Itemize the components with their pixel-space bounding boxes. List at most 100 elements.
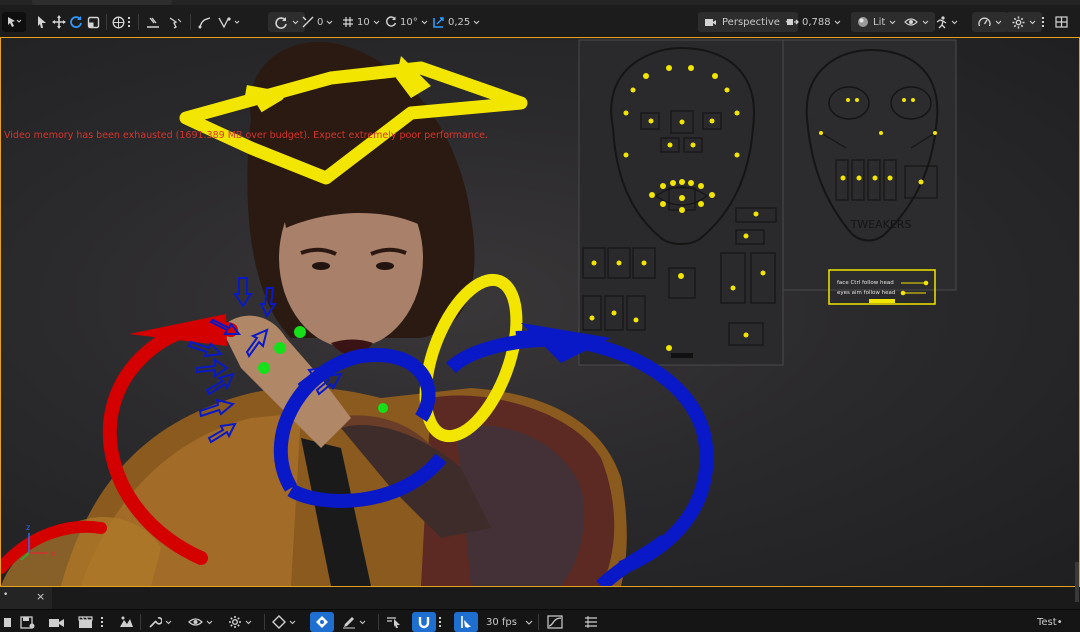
magnet-icon (418, 617, 430, 629)
lit-mode-label: Lit (873, 16, 886, 28)
scale-snap-value: 0,25 (448, 16, 471, 28)
edit-mode-dropdown[interactable] (342, 612, 366, 632)
view-mode-label: Perspective (722, 16, 780, 28)
chevron-down-icon (525, 620, 533, 625)
vertex-snap-icon (218, 16, 240, 28)
surface-snap-button[interactable] (146, 12, 160, 32)
svg-text:x: x (51, 549, 56, 558)
visibility-dropdown[interactable] (188, 612, 213, 632)
running-man-icon (936, 15, 947, 28)
translate-snap-icon (302, 16, 314, 28)
chevron-down-icon (473, 20, 480, 24)
chevron-down-icon (834, 20, 840, 24)
toolbar-options-menu[interactable] (128, 12, 130, 32)
keyframe-diamond-icon (272, 615, 286, 629)
select-tool-button[interactable] (36, 12, 48, 32)
bottom-options-menu[interactable] (101, 612, 103, 632)
rotation-snap-value: 10° (400, 16, 418, 28)
bezier-snap-button[interactable] (198, 12, 212, 32)
more-options-menu[interactable] (1042, 12, 1044, 32)
show-flags-button[interactable] (898, 12, 935, 32)
frame-rate-dropdown[interactable]: 30 fps (486, 612, 533, 632)
viewport-scene: TWEAKERS face Ctrl follow head eyes aim … (1, 39, 957, 586)
mode-select-button[interactable] (2, 12, 26, 32)
playhead-icon (461, 616, 471, 628)
sequencer-tab-row: • × (0, 587, 1080, 610)
save-sequence-button[interactable] (20, 612, 36, 632)
chevron-down-icon (359, 620, 366, 624)
chevron-down-icon (206, 620, 213, 624)
pencil-icon (343, 617, 355, 629)
grid-snap-icon (343, 17, 353, 27)
perspective-view-button[interactable]: Perspective (698, 12, 798, 32)
wrench-icon (149, 617, 162, 628)
realtime-preview-dropdown[interactable] (934, 12, 958, 32)
clapboard-button[interactable] (78, 612, 94, 632)
user-label[interactable]: Test• (1037, 612, 1063, 632)
gear-icon (229, 616, 241, 628)
snapshot-button[interactable] (118, 612, 134, 632)
auto-key-button[interactable] (310, 612, 334, 632)
snap-actor-icon (169, 16, 182, 29)
translate-snap-dropdown[interactable]: 0 (302, 12, 333, 32)
eye-icon (188, 618, 203, 626)
transform-gizmo-dropdown[interactable] (268, 12, 305, 32)
track-icon (4, 618, 11, 627)
render-movie-button[interactable] (48, 612, 65, 632)
camera-speed-icon (787, 19, 799, 25)
snap-to-actor-button[interactable] (168, 12, 182, 32)
gizmo-rotate-icon (275, 16, 287, 29)
select-mode-icon (8, 17, 22, 27)
frame-rate-label: 30 fps (486, 616, 517, 628)
close-tab-button[interactable]: × (36, 590, 45, 603)
snap-options-menu[interactable] (439, 612, 441, 632)
camera-icon (705, 18, 716, 26)
camera-speed-value: 0,788 (802, 16, 831, 28)
rotate-tool-button[interactable] (69, 12, 83, 32)
vertical-scrollbar[interactable] (1075, 562, 1079, 602)
world-space-button[interactable] (112, 12, 125, 32)
lit-mode-button[interactable]: Lit (851, 12, 903, 32)
scale-tool-button[interactable] (87, 12, 100, 32)
add-track-button[interactable] (3, 612, 13, 632)
vertex-snap-dropdown[interactable] (218, 12, 240, 32)
sequencer-tab[interactable]: • × (0, 587, 52, 609)
viewport-settings-button[interactable] (1006, 12, 1042, 32)
chevron-down-icon (289, 620, 296, 624)
curve-editor-button[interactable] (547, 612, 563, 632)
rotation-snap-icon (386, 16, 397, 27)
tools-dropdown[interactable] (148, 612, 172, 632)
grid-snap-dropdown[interactable]: 10 (342, 12, 380, 32)
tab-dot: • (3, 590, 9, 600)
camera-speed-dropdown[interactable]: 0,788 (786, 12, 841, 32)
move-arrows-icon (52, 15, 66, 29)
select-cursor-button[interactable] (386, 612, 402, 632)
chevron-down-icon (165, 620, 172, 624)
chevron-down-icon (951, 20, 958, 24)
clapboard-icon (78, 616, 93, 628)
playhead-snap-button[interactable] (454, 612, 478, 632)
globe-icon (112, 16, 125, 28)
scale-snap-dropdown[interactable]: 0,25 (432, 12, 480, 32)
rotation-snap-dropdown[interactable]: 10° (385, 12, 428, 32)
layout-button[interactable] (1055, 12, 1068, 32)
performance-scalability-button[interactable] (972, 12, 1008, 32)
cursor-icon (38, 16, 46, 28)
chevron-down-icon (327, 20, 333, 24)
level-viewport[interactable]: TWEAKERS face Ctrl follow head eyes aim … (0, 37, 1080, 587)
facial-control-board (578, 39, 957, 366)
video-memory-warning: Video memory has been exhausted (1691.38… (4, 130, 488, 141)
keyframe-dropdown[interactable] (272, 612, 296, 632)
snap-magnet-button[interactable] (412, 612, 436, 632)
track-list-button[interactable] (583, 612, 599, 632)
chevron-down-icon (889, 20, 896, 24)
select-cursor-icon (387, 617, 400, 628)
tweakers-label: TWEAKERS (850, 218, 912, 231)
settings-dropdown[interactable] (228, 612, 252, 632)
chevron-down-icon (922, 20, 929, 24)
camera-record-icon (49, 618, 64, 627)
rotate-icon (70, 16, 82, 28)
save-icon (20, 616, 35, 629)
translate-tool-button[interactable] (52, 12, 66, 32)
viewport-toolbar: 0 10 10° 0,25 Perspective 0,788 Lit (0, 0, 1080, 39)
